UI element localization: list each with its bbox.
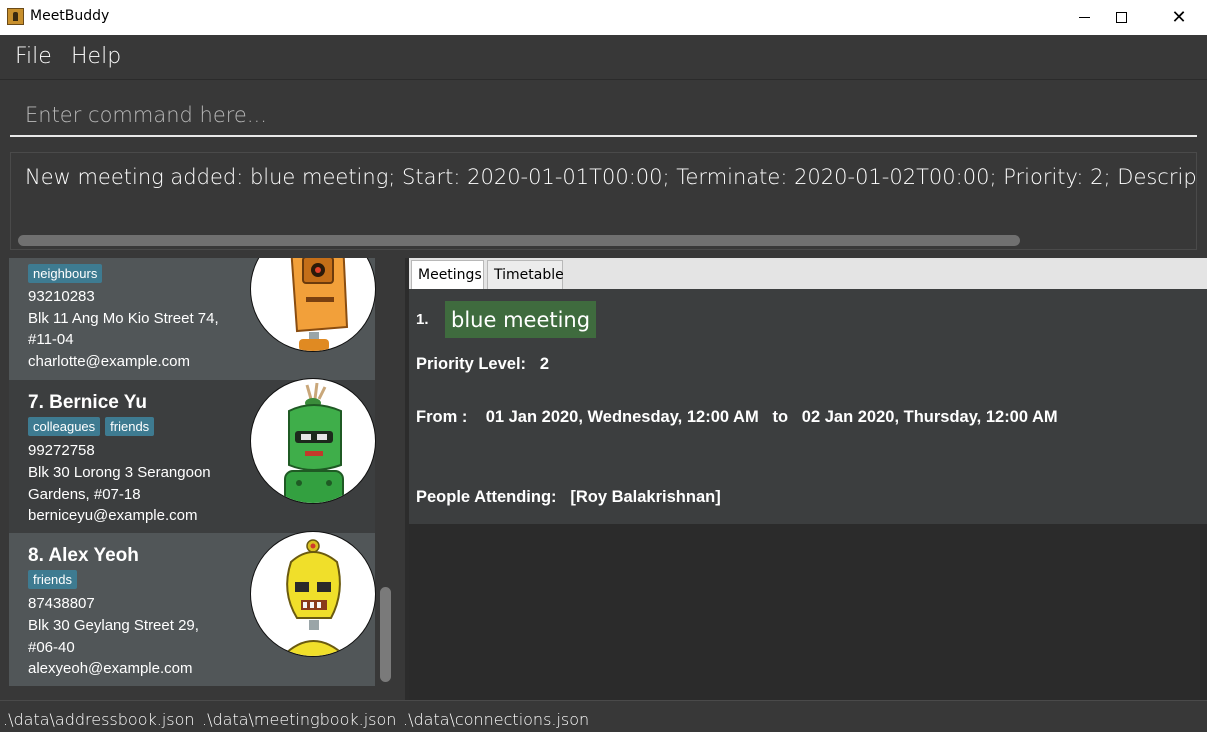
minimize-icon <box>1078 17 1090 18</box>
meeting-people-row: People Attending: [Roy Balakrishnan] <box>416 488 721 507</box>
from-label: From : <box>416 408 468 426</box>
green-robot-avatar <box>250 378 376 504</box>
meeting-end: 02 Jan 2020, Thursday, 12:00 AM <box>801 408 1058 426</box>
person-address-line1: Blk 30 Lorong 3 Serangoon <box>28 464 211 481</box>
status-meetingbook-path: .\data\meetingbook.json <box>202 710 397 729</box>
person-address-line1: Blk 30 Geylang Street 29, <box>28 617 199 634</box>
command-input[interactable] <box>10 95 1197 137</box>
meeting-list-panel: 1. blue meeting Priority Level: 2 From :… <box>409 289 1207 700</box>
tag-list: neighbours <box>28 264 103 283</box>
to-label: to <box>772 408 789 426</box>
tag-list: friends <box>28 570 78 589</box>
person-phone: 99272758 <box>28 442 95 459</box>
result-horizontal-scrollbar[interactable] <box>18 235 1020 246</box>
orange-robot-avatar <box>250 258 376 352</box>
menu-bar: File Help <box>0 35 1207 80</box>
status-bar: .\data\addressbook.json .\data\meetingbo… <box>0 700 1207 732</box>
people-attending: [Roy Balakrishnan] <box>570 488 721 506</box>
person-address-line2: #06-40 <box>28 639 75 656</box>
app-icon <box>7 8 24 25</box>
status-connections-path: .\data\connections.json <box>403 710 590 729</box>
person-address-line1: Blk 11 Ang Mo Kio Street 74, <box>28 310 219 327</box>
tag: colleagues <box>28 417 101 436</box>
person-list-panel: neighbours 93210283 Blk 11 Ang Mo Kio St… <box>0 258 400 700</box>
close-icon: ✕ <box>1171 6 1187 28</box>
tab-timetable[interactable]: Timetable <box>487 260 564 289</box>
maximize-button[interactable] <box>1092 0 1150 35</box>
command-box <box>0 81 1207 145</box>
meeting-start: 01 Jan 2020, Wednesday, 12:00 AM <box>485 408 759 426</box>
tab-meetings[interactable]: Meetings <box>411 260 484 289</box>
result-text: New meeting added: blue meeting; Start: … <box>25 165 1197 189</box>
person-email: charlotte@example.com <box>28 353 190 370</box>
person-card[interactable]: 7. Bernice Yu colleagues friends 9927275… <box>9 378 376 533</box>
person-phone: 93210283 <box>28 288 95 305</box>
menu-file[interactable]: File <box>15 44 52 69</box>
meeting-time-row: From : 01 Jan 2020, Wednesday, 12:00 AM … <box>416 408 1058 427</box>
meeting-index: 1. <box>416 311 429 328</box>
priority-value: 2 <box>539 355 549 373</box>
status-addressbook-path: .\data\addressbook.json <box>3 710 195 729</box>
tag-list: colleagues friends <box>28 417 155 436</box>
meeting-name: blue meeting <box>445 301 597 338</box>
priority-label: Priority Level: <box>416 355 527 373</box>
person-phone: 87438807 <box>28 595 95 612</box>
person-name: 8. Alex Yeoh <box>28 545 139 566</box>
meeting-priority-row: Priority Level: 2 <box>416 355 549 374</box>
person-card[interactable]: neighbours 93210283 Blk 11 Ang Mo Kio St… <box>9 258 376 380</box>
tag: friends <box>105 417 155 436</box>
person-address-line2: #11-04 <box>28 331 74 348</box>
tab-header: Meetings Timetable <box>409 258 1207 289</box>
person-name: 7. Bernice Yu <box>28 392 147 413</box>
tag: friends <box>28 570 78 589</box>
close-button[interactable]: ✕ <box>1150 0 1207 35</box>
person-email: berniceyu@example.com <box>28 507 198 524</box>
window-title: MeetBuddy <box>30 8 110 24</box>
result-display: New meeting added: blue meeting; Start: … <box>10 152 1197 250</box>
yellow-robot-avatar <box>250 531 376 657</box>
person-email: alexyeoh@example.com <box>28 660 193 677</box>
people-label: People Attending: <box>416 488 557 506</box>
person-card[interactable]: 8. Alex Yeoh friends 87438807 Blk 30 Gey… <box>9 531 376 686</box>
maximize-icon <box>1115 12 1127 23</box>
person-address-line2: Gardens, #07-18 <box>28 486 141 503</box>
title-bar: MeetBuddy ✕ <box>0 0 1207 35</box>
meeting-card[interactable]: 1. blue meeting Priority Level: 2 From :… <box>409 289 1207 524</box>
menu-help[interactable]: Help <box>71 44 121 69</box>
tag: neighbours <box>28 264 103 283</box>
person-list-scrollbar[interactable] <box>380 587 391 682</box>
